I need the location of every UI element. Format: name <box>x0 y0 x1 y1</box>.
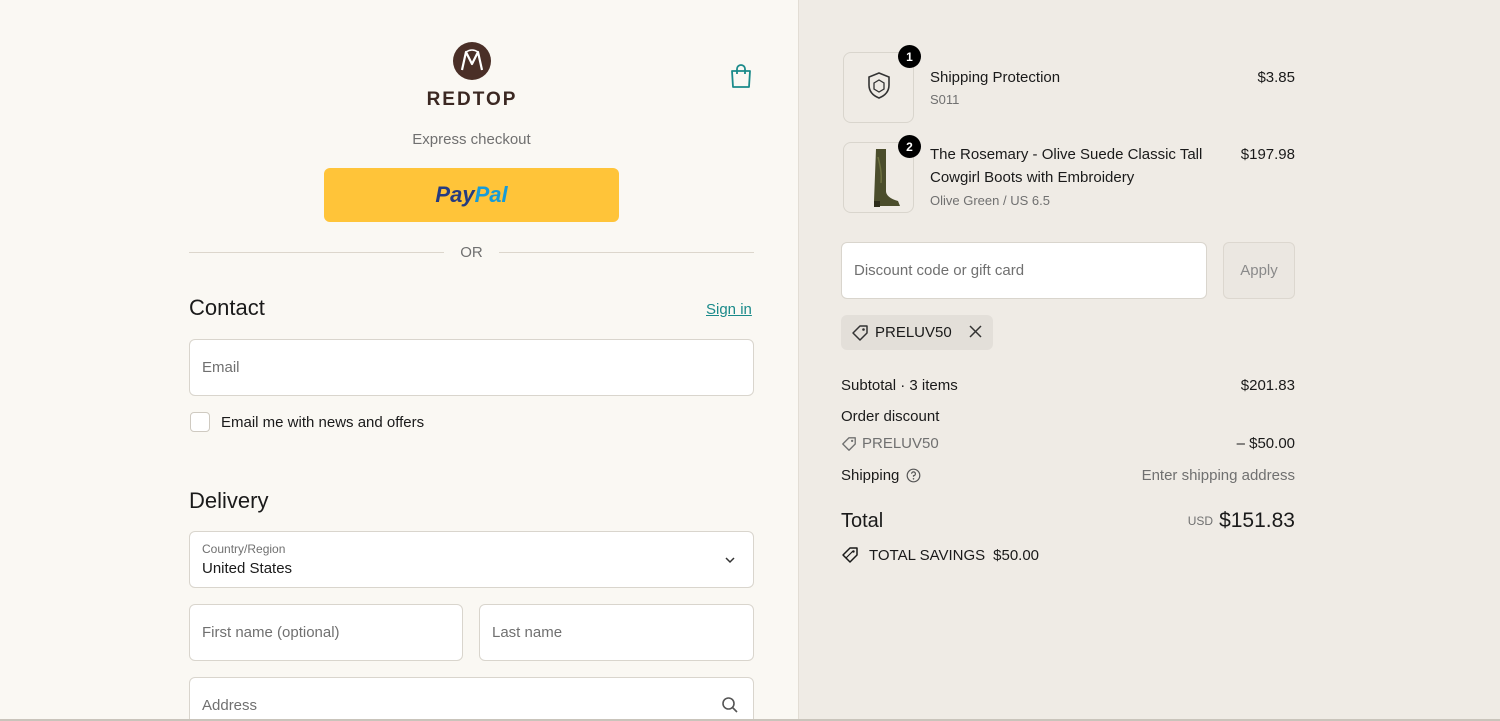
or-divider: OR <box>189 242 754 262</box>
item-title-line1: The Rosemary - Olive Suede Classic Tall <box>930 146 1203 163</box>
item-title-line2: Cowgirl Boots with Embroidery <box>930 169 1135 186</box>
address-field[interactable] <box>202 697 753 714</box>
item-title: Shipping Protection <box>930 69 1061 86</box>
shipping-label: Shipping <box>841 467 900 484</box>
tag-icon <box>852 324 868 341</box>
sign-in-link[interactable]: Sign in <box>706 301 752 318</box>
discount-code-field[interactable] <box>854 262 1206 279</box>
total-currency: USD <box>1187 514 1214 528</box>
total-savings-row: TOTAL SAVINGS $50.00 <box>841 546 1039 564</box>
total-label: Total <box>841 510 884 532</box>
first-name-wrapper <box>189 604 463 661</box>
total-value: $151.83 <box>1219 509 1295 532</box>
item-subtitle: Olive Green / US 6.5 <box>930 193 1050 208</box>
shipping-value: Enter shipping address <box>1141 467 1295 484</box>
paypal-button[interactable]: Pay Pal <box>324 168 619 222</box>
shopping-bag-icon[interactable] <box>729 63 753 89</box>
discount-code-text: PRELUV50 <box>862 435 939 452</box>
email-field[interactable] <box>202 359 753 376</box>
brand-logo[interactable]: REDTOP <box>414 42 530 112</box>
order-discount-label: Order discount <box>841 408 940 425</box>
apply-button[interactable]: Apply <box>1223 242 1295 299</box>
email-field-wrapper <box>189 339 754 396</box>
brand-name: REDTOP <box>426 89 518 110</box>
brand-logo-mark <box>453 42 491 80</box>
first-name-field[interactable] <box>202 624 462 641</box>
subtotal-label: Subtotal · 3 items <box>841 377 958 394</box>
last-name-field[interactable] <box>492 624 753 641</box>
subtotal-value: $201.83 <box>1240 377 1295 394</box>
shipping-row: Shipping <box>841 467 921 484</box>
chevron-down-icon <box>725 557 735 564</box>
discount-field-wrapper <box>841 242 1207 299</box>
express-checkout-title: Express checkout <box>412 131 531 148</box>
savings-value: $50.00 <box>993 546 1040 564</box>
country-select[interactable]: Country/Region United States <box>189 531 754 588</box>
item-price: $3.85 <box>1257 69 1295 86</box>
quantity-badge: 1 <box>898 45 921 68</box>
last-name-wrapper <box>479 604 754 661</box>
news-offers-checkbox[interactable] <box>190 412 210 432</box>
address-wrapper <box>189 677 754 721</box>
delivery-heading: Delivery <box>189 488 269 513</box>
product-thumbnail: 2 <box>843 135 921 213</box>
item-subtitle: S011 <box>930 92 960 107</box>
paypal-label-pal: Pal <box>474 182 508 207</box>
help-icon[interactable] <box>906 468 921 483</box>
savings-label: TOTAL SAVINGS <box>869 546 986 564</box>
news-offers-label: Email me with news and offers <box>221 414 425 431</box>
checkout-main-panel: REDTOP Express checkout Pay Pal OR Contac… <box>0 0 798 721</box>
item-price: $197.98 <box>1240 146 1295 163</box>
search-icon[interactable] <box>721 696 739 714</box>
discount-code-row: PRELUV50 <box>841 435 939 452</box>
savings-tag-icon <box>842 547 858 563</box>
tag-icon <box>842 436 856 451</box>
country-value: United States <box>202 560 293 577</box>
quantity-badge: 2 <box>898 135 921 158</box>
divider-line <box>499 252 754 253</box>
contact-heading: Contact <box>189 295 265 320</box>
applied-code-text: PRELUV50 <box>875 324 952 341</box>
close-icon[interactable] <box>968 324 983 339</box>
product-thumbnail: 1 <box>843 45 921 123</box>
applied-discount-chip: PRELUV50 <box>841 315 993 350</box>
paypal-label-pay: Pay <box>435 182 475 207</box>
total-amount: USD $151.83 <box>1188 509 1295 533</box>
country-label: Country/Region <box>202 542 286 556</box>
discount-value: – $50.00 <box>1236 435 1295 452</box>
